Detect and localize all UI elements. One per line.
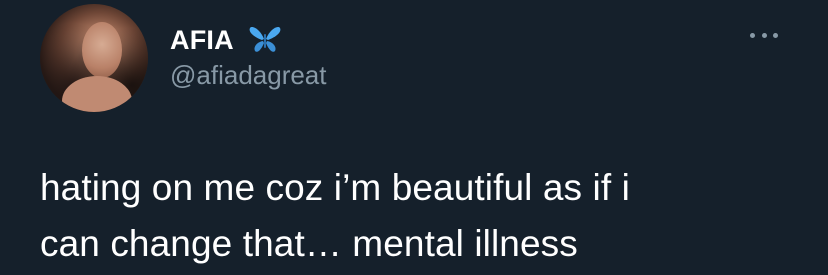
tweet-text: hating on me coz i’m beautiful as if i c… bbox=[40, 160, 800, 272]
author-name-row[interactable]: AFIA bbox=[170, 22, 282, 58]
butterfly-icon bbox=[248, 25, 282, 55]
author-display-name[interactable]: AFIA bbox=[170, 25, 234, 56]
more-dot bbox=[761, 32, 767, 38]
author-handle[interactable]: @afiadagreat bbox=[170, 60, 327, 91]
avatar-face bbox=[82, 22, 122, 78]
more-options-icon[interactable] bbox=[750, 28, 778, 42]
more-dot bbox=[773, 32, 778, 38]
avatar[interactable] bbox=[40, 4, 148, 112]
more-dot bbox=[750, 32, 755, 38]
tweet-text-line: hating on me coz i’m beautiful as if i bbox=[40, 167, 630, 208]
tweet-text-line: can change that… mental illness bbox=[40, 223, 578, 264]
tweet-card: AFIA @afiadagreat hating on me coz i’m b… bbox=[0, 0, 828, 275]
